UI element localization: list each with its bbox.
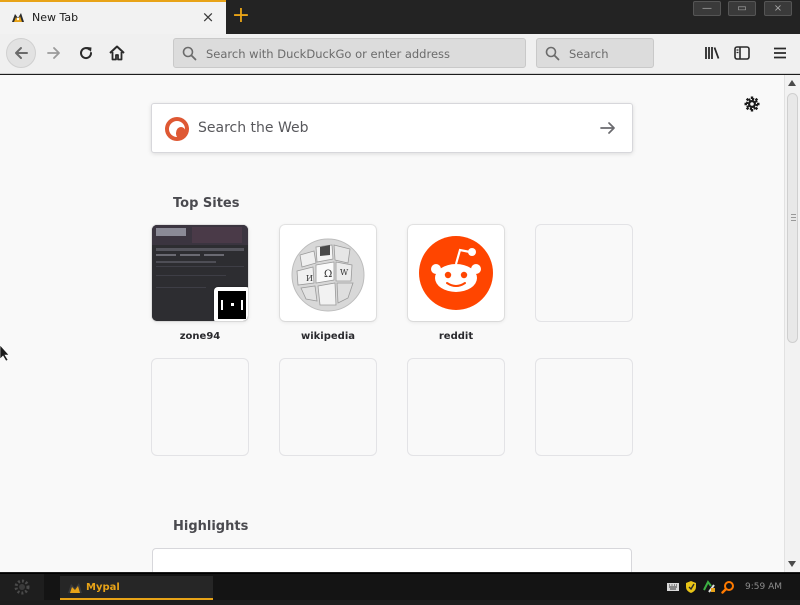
- new-tab-button[interactable]: +: [231, 4, 251, 28]
- url-bar-placeholder: Search with DuckDuckGo or enter address: [206, 47, 451, 61]
- home-button[interactable]: [103, 39, 131, 67]
- reload-button[interactable]: [72, 39, 100, 67]
- top-site-empty[interactable]: [408, 359, 504, 455]
- navigation-toolbar: Search with DuckDuckGo or enter address …: [0, 34, 800, 74]
- top-site-label: reddit: [438, 331, 474, 342]
- web-search-box[interactable]: Search the Web: [151, 103, 633, 153]
- search-magnifier-icon[interactable]: [721, 580, 735, 594]
- arrow-right-icon[interactable]: [598, 118, 618, 138]
- mypal-icon: [68, 583, 82, 593]
- scrollbar-thumb[interactable]: [787, 93, 798, 343]
- top-site-empty[interactable]: [280, 359, 376, 455]
- taskbar: Mypal 9:59 AM: [0, 573, 800, 601]
- taskbar-item-label: Mypal: [86, 582, 120, 593]
- reload-icon: [80, 47, 93, 60]
- duckduckgo-logo-icon: [165, 117, 189, 141]
- highlights-heading: Highlights: [173, 519, 249, 534]
- top-site-zone94[interactable]: [152, 225, 248, 321]
- url-bar[interactable]: Search with DuckDuckGo or enter address: [173, 38, 526, 68]
- top-sites-heading: Top Sites: [173, 196, 240, 211]
- menu-button[interactable]: [766, 39, 794, 67]
- start-button[interactable]: [0, 574, 44, 601]
- sidebar-button[interactable]: [728, 39, 756, 67]
- wikipedia-globe-icon: Ω W И: [291, 238, 365, 312]
- forward-arrow-icon: [47, 47, 60, 59]
- web-search-placeholder: Search the Web: [198, 120, 309, 136]
- start-gear-icon: [14, 579, 30, 595]
- mouse-cursor-icon: [0, 345, 10, 361]
- taskbar-item-mypal[interactable]: Mypal: [60, 576, 213, 600]
- library-icon: [705, 47, 720, 59]
- gear-icon[interactable]: [743, 95, 761, 113]
- svg-text:Ω: Ω: [324, 269, 332, 280]
- search-icon: [182, 46, 197, 61]
- security-shield-icon[interactable]: [684, 580, 698, 594]
- restore-button[interactable]: ▭: [728, 1, 756, 16]
- mypal-favicon-icon: [12, 13, 24, 22]
- back-arrow-icon: [15, 47, 28, 59]
- back-button[interactable]: [6, 38, 36, 68]
- tab-title: New Tab: [32, 11, 79, 24]
- zone94-favicon-icon: [214, 287, 248, 321]
- reddit-logo-icon: [419, 236, 493, 310]
- scroll-down-arrow-icon[interactable]: [788, 561, 796, 567]
- new-tab-page: Search the Web Top Sites zone94 Ω W И wi…: [0, 75, 784, 572]
- sidebar-icon: [734, 46, 750, 60]
- search-bar[interactable]: Search: [536, 38, 654, 68]
- search-bar-placeholder: Search: [569, 47, 609, 61]
- taskbar-clock: 9:59 AM: [745, 582, 782, 592]
- library-button[interactable]: [698, 39, 726, 67]
- top-site-label: zone94: [179, 331, 221, 342]
- forward-button[interactable]: [40, 39, 68, 67]
- top-site-label: wikipedia: [300, 331, 356, 342]
- search-icon: [545, 46, 560, 61]
- top-site-wikipedia[interactable]: Ω W И: [280, 225, 376, 321]
- svg-text:W: W: [340, 268, 349, 277]
- tab-new-tab[interactable]: New Tab ×: [0, 0, 226, 34]
- home-icon: [109, 45, 125, 61]
- tab-strip: New Tab × + — ▭ ×: [0, 0, 800, 34]
- minimize-button[interactable]: —: [693, 1, 721, 16]
- vertical-scrollbar[interactable]: [784, 75, 800, 572]
- network-icon[interactable]: [702, 580, 716, 594]
- hamburger-menu-icon: [774, 47, 786, 59]
- top-site-empty[interactable]: [536, 359, 632, 455]
- highlights-card[interactable]: [152, 548, 632, 572]
- top-site-empty[interactable]: [152, 359, 248, 455]
- keyboard-icon[interactable]: [666, 580, 680, 594]
- window-close-button[interactable]: ×: [764, 1, 792, 16]
- top-site-empty[interactable]: [536, 225, 632, 321]
- tab-close-button[interactable]: ×: [200, 8, 216, 26]
- top-site-reddit[interactable]: [408, 225, 504, 321]
- scroll-up-arrow-icon[interactable]: [788, 80, 796, 86]
- svg-text:И: И: [306, 274, 313, 283]
